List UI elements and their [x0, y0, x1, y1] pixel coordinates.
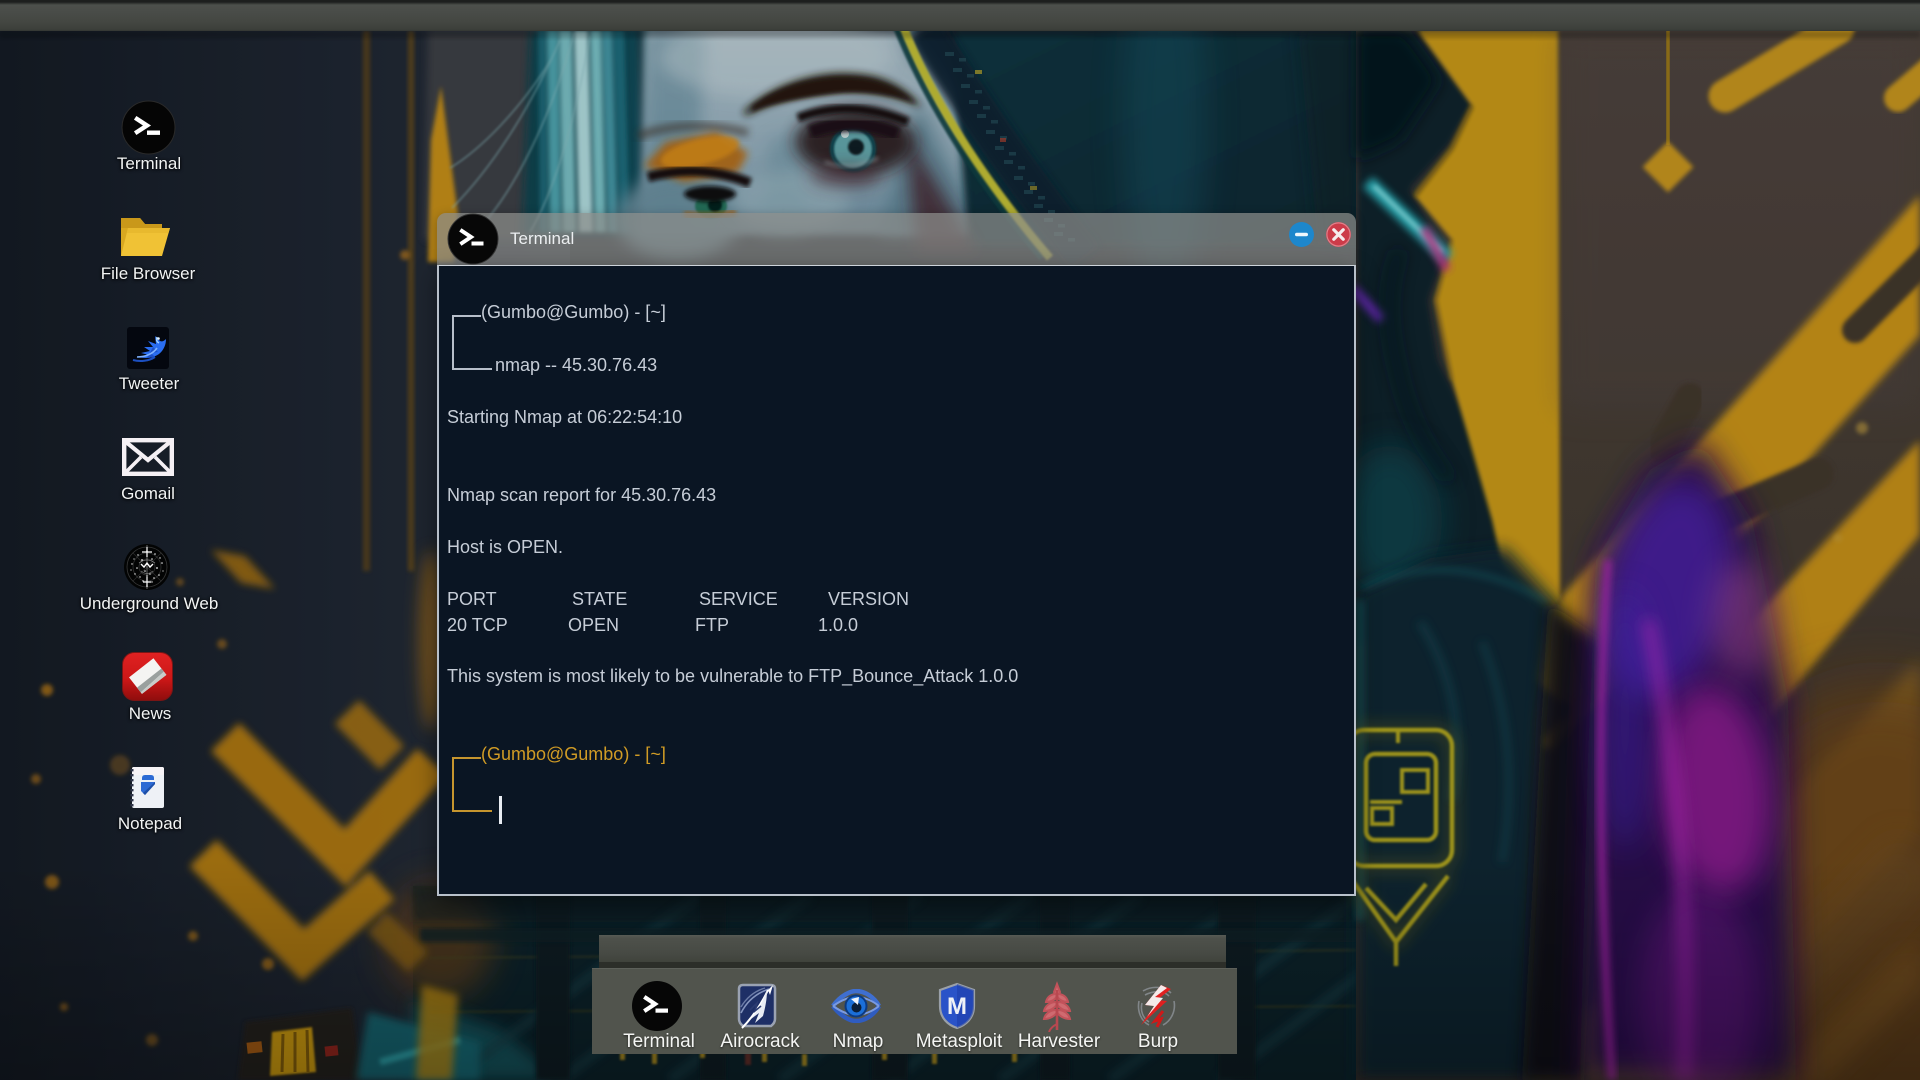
svg-text:M: M [947, 993, 967, 1020]
